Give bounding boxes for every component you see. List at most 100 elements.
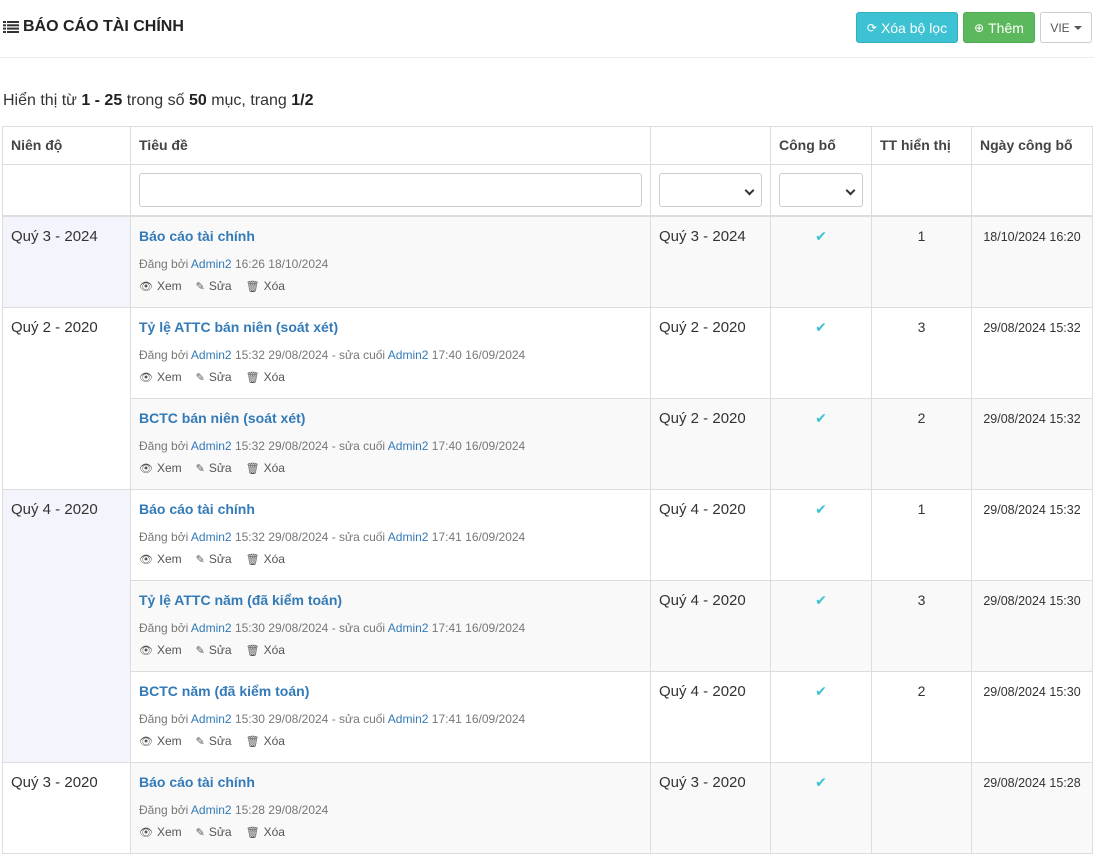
- check-icon: ✔: [815, 682, 827, 699]
- view-action[interactable]: 👁 Xem: [139, 461, 182, 475]
- posted-by-label: Đăng bởi: [139, 529, 189, 544]
- posted-time: 16:26 18/10/2024: [234, 257, 329, 271]
- column-header-publish-date[interactable]: Ngày công bố: [971, 126, 1093, 165]
- delete-action[interactable]: 🗑 Xóa: [246, 643, 285, 657]
- summary-prefix: Hiển thị từ: [3, 92, 77, 109]
- order-cell: 1: [871, 215, 972, 308]
- editor-link[interactable]: Admin2: [388, 621, 429, 635]
- column-header-period[interactable]: Niên độ: [2, 126, 131, 165]
- editor-link[interactable]: Admin2: [388, 439, 429, 453]
- post-meta: Đăng bởi Admin2 15:28 29/08/2024: [139, 803, 642, 817]
- check-icon: ✔: [815, 409, 827, 426]
- display-order: 1: [917, 500, 926, 517]
- edited-by-label: - sửa cuối: [331, 711, 386, 726]
- view-action[interactable]: 👁 Xem: [139, 825, 182, 839]
- editor-link[interactable]: Admin2: [388, 712, 429, 726]
- title-cell: Báo cáo tài chính Đăng bởi Admin2 15:28 …: [130, 761, 651, 854]
- pencil-icon: ✎: [195, 371, 205, 384]
- author-link[interactable]: Admin2: [191, 439, 232, 453]
- report-title-link[interactable]: Báo cáo tài chính: [139, 228, 642, 244]
- view-label: Xem: [156, 642, 182, 657]
- author-link[interactable]: Admin2: [191, 803, 232, 817]
- column-header-title[interactable]: Tiêu đề: [130, 126, 651, 165]
- edited-time: 17:40 16/09/2024: [431, 347, 526, 362]
- delete-action[interactable]: 🗑 Xóa: [246, 734, 285, 748]
- edit-action[interactable]: ✎ Sửa: [196, 643, 232, 657]
- period-filter-select[interactable]: [659, 173, 762, 207]
- delete-action[interactable]: 🗑 Xóa: [246, 825, 285, 839]
- row-actions: 👁 Xem ✎ Sửa 🗑 Xóa: [139, 643, 642, 657]
- report-title-link[interactable]: Báo cáo tài chính: [139, 501, 642, 517]
- delete-action[interactable]: 🗑 Xóa: [246, 552, 285, 566]
- report-period-cell: Quý 3 - 2024: [650, 215, 771, 308]
- publish-date-cell: 18/10/2024 16:20: [971, 215, 1093, 308]
- view-action[interactable]: 👁 Xem: [139, 279, 182, 293]
- report-title-link[interactable]: Tỷ lệ ATTC năm (đã kiểm toán): [139, 592, 642, 608]
- edit-action[interactable]: ✎ Sửa: [196, 461, 232, 475]
- publish-date-cell: 29/08/2024 15:32: [971, 306, 1093, 399]
- eye-icon: 👁: [139, 371, 153, 384]
- edit-label: Sửa: [208, 279, 232, 293]
- view-action[interactable]: 👁 Xem: [139, 734, 182, 748]
- column-header-report-period[interactable]: [650, 126, 771, 165]
- publish-date: 29/08/2024 15:32: [983, 411, 1081, 426]
- add-button[interactable]: ⊕ Thêm: [963, 12, 1035, 43]
- publish-date-cell: 29/08/2024 15:30: [971, 670, 1093, 763]
- language-dropdown[interactable]: VIE: [1040, 12, 1092, 43]
- eye-icon: 👁: [139, 281, 153, 293]
- add-label: Thêm: [988, 19, 1024, 36]
- edit-action[interactable]: ✎ Sửa: [196, 734, 232, 748]
- editor-link[interactable]: Admin2: [388, 530, 429, 544]
- delete-action[interactable]: 🗑 Xóa: [246, 370, 285, 384]
- report-title-link[interactable]: BCTC năm (đã kiểm toán): [139, 683, 642, 699]
- report-period-cell: Quý 2 - 2020: [650, 306, 771, 399]
- view-label: Xem: [156, 369, 182, 384]
- author-link[interactable]: Admin2: [191, 712, 232, 726]
- list-icon: [3, 21, 19, 33]
- author-link[interactable]: Admin2: [191, 348, 232, 362]
- edit-action[interactable]: ✎ Sửa: [196, 279, 232, 293]
- title-filter-input[interactable]: [139, 173, 642, 207]
- report-title-link[interactable]: Báo cáo tài chính: [139, 774, 642, 790]
- report-period: Quý 4 - 2020: [659, 500, 746, 518]
- author-link[interactable]: Admin2: [191, 530, 232, 544]
- delete-action[interactable]: 🗑 Xóa: [246, 461, 285, 475]
- filter-row: [2, 164, 1093, 217]
- column-header-display-order[interactable]: TT hiển thị: [871, 126, 972, 165]
- check-icon: ✔: [815, 228, 827, 244]
- published-filter-select[interactable]: [779, 173, 863, 207]
- delete-action[interactable]: 🗑 Xóa: [246, 279, 285, 293]
- summary-mid: trong số: [126, 92, 185, 109]
- refresh-icon: ⟳: [866, 20, 877, 35]
- posted-by-label: Đăng bởi: [139, 347, 189, 362]
- view-action[interactable]: 👁 Xem: [139, 552, 182, 566]
- report-period-cell: Quý 4 - 2020: [650, 579, 771, 672]
- order-cell: 1: [871, 488, 972, 581]
- edit-action[interactable]: ✎ Sửa: [196, 825, 232, 839]
- filter-cell-empty: [871, 164, 972, 217]
- column-header-published[interactable]: Công bố: [770, 126, 872, 165]
- editor-link[interactable]: Admin2: [388, 348, 429, 362]
- table-header-row: Niên độ Tiêu đề Công bố TT hiển thị Ngày…: [2, 126, 1093, 165]
- period-group-cell: Quý 3 - 2024: [2, 215, 131, 308]
- trash-icon: 🗑: [245, 553, 260, 566]
- clear-filter-button[interactable]: ⟳ Xóa bộ lọc: [856, 12, 958, 43]
- eye-icon: 👁: [139, 644, 153, 657]
- posted-by-label: Đăng bởi: [139, 438, 189, 453]
- publish-date: 29/08/2024 15:30: [983, 593, 1081, 608]
- filter-cell-published: [770, 164, 872, 217]
- author-link[interactable]: Admin2: [191, 621, 232, 635]
- report-title-link[interactable]: BCTC bán niên (soát xét): [139, 410, 642, 426]
- report-period: Quý 3 - 2020: [659, 773, 746, 791]
- author-link[interactable]: Admin2: [191, 257, 232, 271]
- report-period-cell: Quý 3 - 2020: [650, 761, 771, 854]
- edit-action[interactable]: ✎ Sửa: [196, 552, 232, 566]
- report-title-link[interactable]: Tỷ lệ ATTC bán niên (soát xét): [139, 319, 642, 335]
- filter-cell-period: [650, 164, 771, 217]
- summary-page: 1/2: [291, 92, 314, 109]
- view-action[interactable]: 👁 Xem: [139, 370, 182, 384]
- view-action[interactable]: 👁 Xem: [139, 643, 182, 657]
- publish-date: 29/08/2024 15:28: [983, 775, 1081, 790]
- edit-action[interactable]: ✎ Sửa: [196, 370, 232, 384]
- view-label: Xem: [156, 824, 182, 839]
